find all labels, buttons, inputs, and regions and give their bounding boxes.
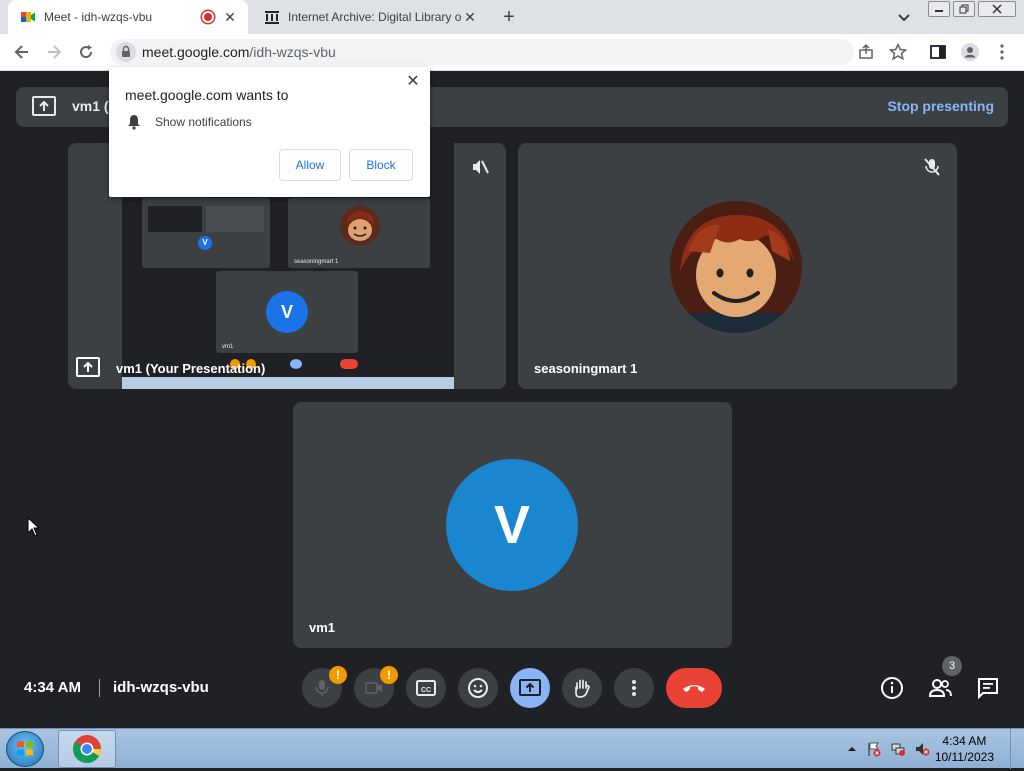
tab-strip: Meet - idh-wzqs-vbu ✕ Internet Archive: …	[0, 0, 1024, 34]
url-host: meet.google.com	[142, 44, 250, 60]
mic-icon	[315, 680, 329, 696]
restore-button[interactable]	[953, 1, 975, 17]
minimize-button[interactable]	[928, 1, 950, 17]
chat-icon[interactable]	[976, 676, 1000, 700]
present-now-button[interactable]	[510, 668, 550, 708]
reload-icon[interactable]	[76, 42, 96, 62]
system-clock[interactable]: 4:34 AM 10/11/2023	[935, 733, 994, 765]
hand-icon	[575, 679, 590, 698]
camera-icon	[365, 682, 382, 694]
close-tab-icon[interactable]: ✕	[462, 9, 478, 25]
close-tab-icon[interactable]: ✕	[222, 9, 238, 25]
meeting-code: idh-wzqs-vbu	[113, 679, 209, 696]
emoji-icon	[468, 678, 488, 698]
kebab-menu-icon	[632, 680, 636, 696]
url-path: /idh-wzqs-vbu	[249, 44, 336, 60]
chevron-down-icon[interactable]	[894, 7, 914, 27]
block-button[interactable]: Block	[349, 149, 413, 181]
avatar-roblox-icon	[340, 206, 380, 246]
info-icon[interactable]	[880, 676, 904, 700]
reactions-button[interactable]	[458, 668, 498, 708]
back-icon[interactable]	[12, 42, 32, 62]
network-icon[interactable]	[890, 741, 906, 757]
start-button[interactable]	[6, 731, 44, 767]
divider	[99, 679, 100, 697]
tray-overflow-icon[interactable]	[844, 741, 860, 757]
tab-title: Internet Archive: Digital Library o	[288, 10, 462, 24]
mini-tile-seasoningmart: seasoningmart 1	[288, 198, 430, 268]
tile-name-vm1: vm1	[309, 620, 336, 635]
svg-text:CC: CC	[421, 687, 431, 694]
avatar-v-icon: V	[446, 459, 578, 591]
notification-permission-popup: meet.google.com wants to Show notificati…	[109, 67, 430, 197]
share-icon[interactable]	[856, 42, 876, 62]
chrome-icon	[73, 735, 101, 763]
url-text: meet.google.com/idh-wzqs-vbu	[142, 44, 336, 60]
mini-tile-vm1: V vm1	[216, 271, 358, 353]
google-meet-icon	[21, 12, 35, 22]
windows-taskbar: 4:34 AM 10/11/2023	[0, 728, 1024, 769]
address-bar[interactable]: meet.google.com/idh-wzqs-vbu	[110, 39, 854, 65]
mini-avatar-icon: V	[198, 236, 212, 250]
forward-icon[interactable]	[44, 42, 64, 62]
browser-toolbar: meet.google.com/idh-wzqs-vbu	[0, 34, 1024, 71]
present-screen-icon	[519, 679, 541, 696]
people-icon[interactable]	[928, 676, 952, 700]
allow-button[interactable]: Allow	[279, 149, 341, 181]
captions-button[interactable]: CC	[406, 668, 446, 708]
show-desktop-button[interactable]	[1010, 729, 1024, 769]
profile-icon[interactable]	[960, 42, 980, 62]
clock-date: 10/11/2023	[934, 750, 994, 764]
mini-name-label: seasoningmart 1	[294, 259, 339, 265]
avatar-roblox-icon	[670, 201, 802, 333]
permission-label: Show notifications	[155, 115, 252, 129]
present-screen-icon	[76, 357, 100, 377]
volume-muted-icon[interactable]	[914, 741, 930, 757]
lock-icon[interactable]	[116, 42, 136, 62]
side-panel-icon[interactable]	[928, 42, 948, 62]
participants-count-badge: 3	[942, 656, 962, 676]
taskbar-chrome-app[interactable]	[58, 730, 116, 768]
recording-indicator-icon	[202, 11, 214, 23]
muted-speaker-icon	[468, 155, 492, 179]
leave-call-button[interactable]	[666, 668, 722, 708]
presenting-label: vm1 (	[72, 98, 109, 114]
tab-internet-archive[interactable]: Internet Archive: Digital Library o ✕	[252, 0, 488, 34]
tab-meet[interactable]: Meet - idh-wzqs-vbu ✕	[8, 0, 248, 34]
participant-tile-seasoningmart[interactable]: seasoningmart 1	[518, 143, 957, 389]
close-window-button[interactable]	[978, 1, 1016, 17]
tile-name-presentation: vm1 (Your Presentation)	[116, 361, 266, 376]
mic-warning-icon: !	[329, 666, 347, 684]
more-options-button[interactable]	[614, 668, 654, 708]
bookmark-star-icon[interactable]	[888, 42, 908, 62]
mouse-cursor-icon	[27, 517, 41, 537]
windows-logo-icon	[17, 741, 33, 756]
tab-title: Meet - idh-wzqs-vbu	[44, 10, 153, 24]
meeting-controls-bar: 4:34 AM idh-wzqs-vbu ! ! CC 3	[0, 656, 1024, 728]
mic-off-icon	[920, 155, 944, 179]
bell-icon	[128, 115, 140, 130]
raise-hand-button[interactable]	[562, 668, 602, 708]
tile-name-seasoningmart: seasoningmart 1	[534, 361, 638, 376]
present-screen-icon	[32, 96, 56, 116]
new-tab-button[interactable]: +	[498, 6, 520, 28]
mini-name-label: vm1	[222, 344, 234, 350]
stop-presenting-button[interactable]: Stop presenting	[887, 98, 994, 114]
internet-archive-icon	[265, 11, 279, 24]
popup-heading: meet.google.com wants to	[125, 87, 289, 103]
camera-warning-icon: !	[380, 666, 398, 684]
mini-taskbar	[122, 377, 454, 389]
close-popup-icon[interactable]: ✕	[406, 74, 420, 90]
clock-time: 4:34 AM	[942, 734, 987, 748]
mini-avatar-v-icon: V	[266, 291, 308, 333]
closed-captions-icon: CC	[416, 680, 436, 696]
meeting-time: 4:34 AM	[24, 679, 81, 696]
participant-tile-vm1[interactable]: V vm1	[293, 402, 732, 648]
hang-up-icon	[683, 685, 705, 692]
action-center-flag-icon[interactable]	[866, 741, 882, 757]
kebab-menu-icon[interactable]	[992, 42, 1012, 62]
mini-tile-self: V	[142, 198, 270, 268]
